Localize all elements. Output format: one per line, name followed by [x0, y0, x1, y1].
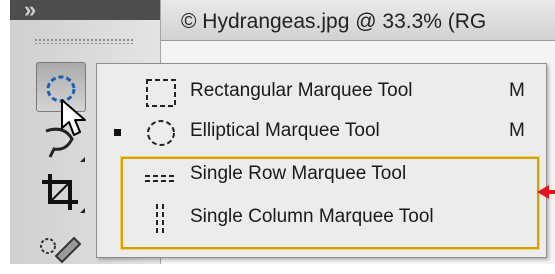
elliptical-marquee-icon [147, 120, 175, 146]
menu-item-rectangular-marquee[interactable]: Rectangular Marquee Tool M [97, 72, 546, 112]
rectangular-marquee-icon [146, 79, 176, 107]
collapse-icon[interactable]: » [24, 0, 36, 23]
flyout-indicator-icon [80, 157, 85, 162]
healing-brush-icon [40, 236, 82, 264]
crop-tool-button[interactable] [36, 168, 85, 216]
healing-brush-tool-button[interactable] [36, 226, 84, 274]
flyout-indicator-icon [80, 208, 85, 213]
annotation-arrow-icon [537, 185, 555, 199]
menu-item-elliptical-marquee[interactable]: Elliptical Marquee Tool M [97, 112, 546, 152]
selected-bullet-icon [114, 129, 121, 136]
panel-grip[interactable] [34, 38, 134, 44]
document-tab-title: © Hydrangeas.jpg @ 33.3% (RG [181, 10, 487, 33]
menu-item-shortcut: M [509, 120, 525, 141]
menu-item-label: Elliptical Marquee Tool [190, 120, 380, 141]
menu-item-label: Rectangular Marquee Tool [190, 80, 413, 101]
mouse-cursor-icon [61, 99, 86, 136]
menu-item-shortcut: M [509, 80, 525, 101]
annotation-highlight-box [120, 156, 540, 250]
tools-panel-header: » [10, 0, 160, 23]
crop-icon [42, 174, 78, 210]
document-tab[interactable]: © Hydrangeas.jpg @ 33.3% (RG [160, 0, 555, 41]
